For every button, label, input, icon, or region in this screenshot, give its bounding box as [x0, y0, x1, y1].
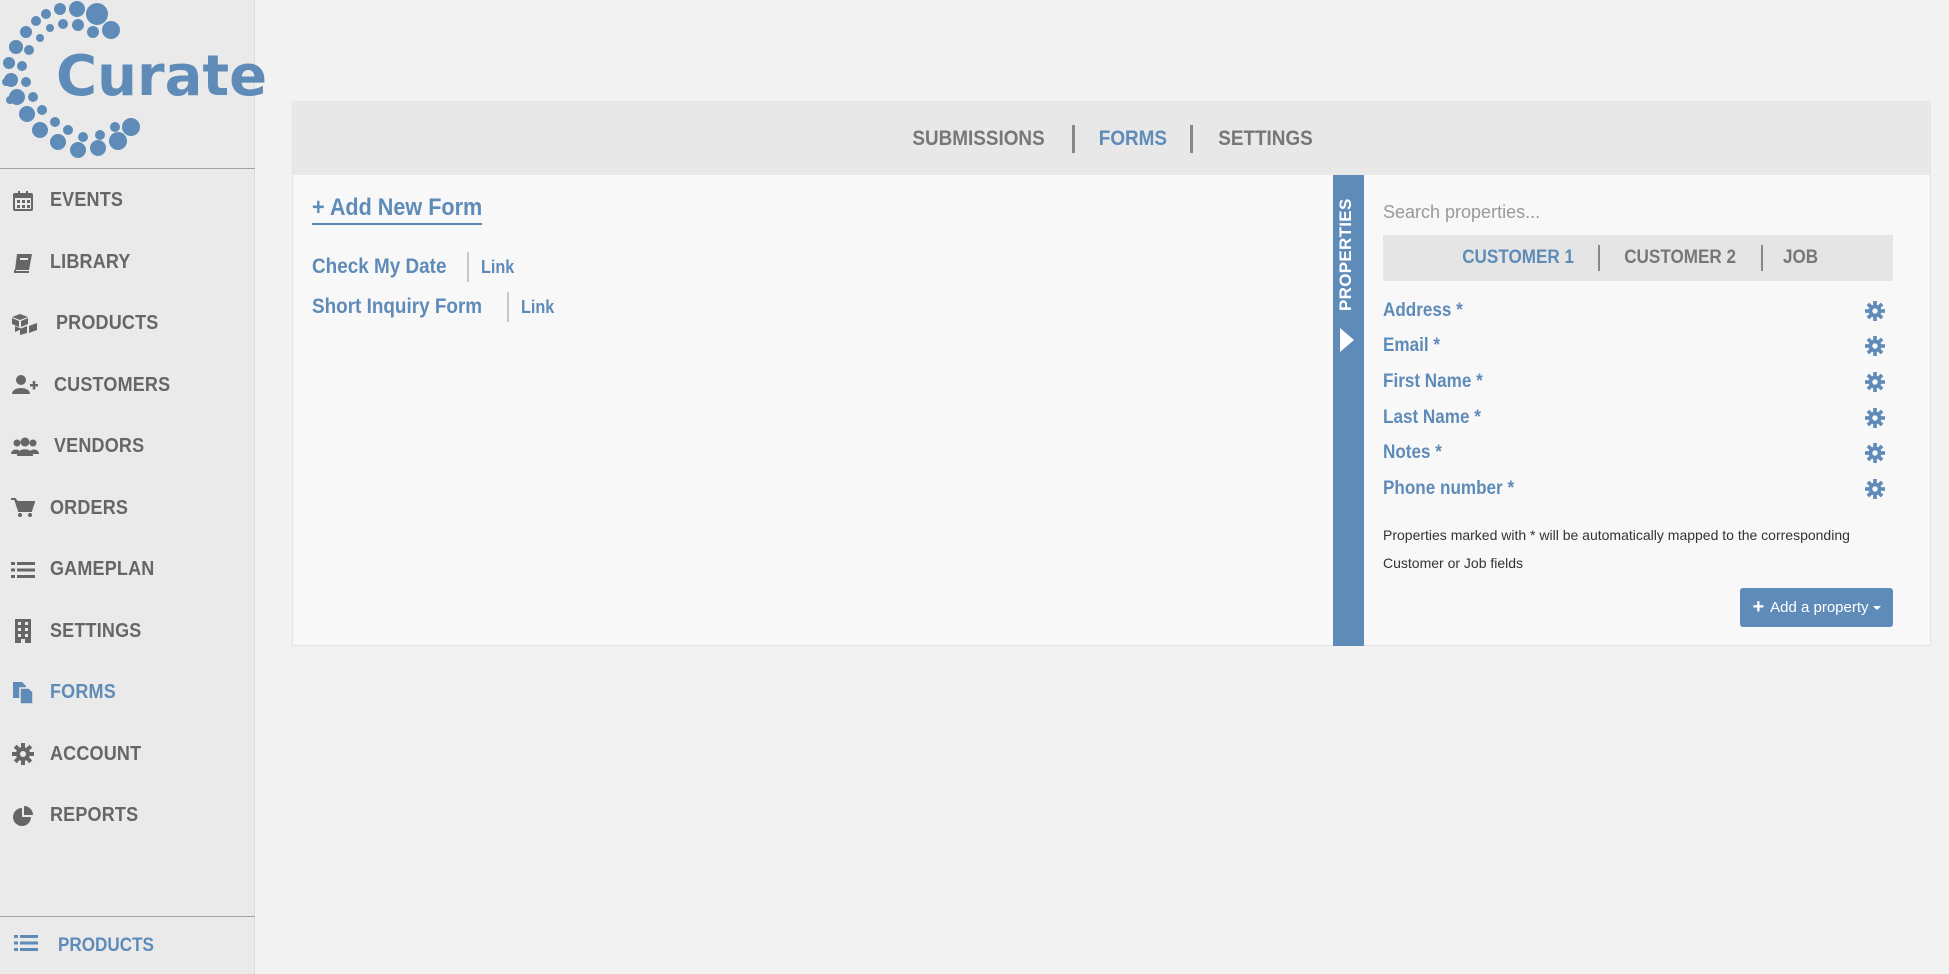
user-plus-icon [10, 374, 40, 396]
sidebar-bottom-label: PRODUCTS [58, 934, 154, 956]
sidebar-item-label: VENDORS [54, 435, 145, 458]
form-public-link[interactable]: Link [521, 297, 554, 318]
form-public-link[interactable]: Link [481, 257, 514, 278]
sidebar-item-label: CUSTOMERS [54, 373, 171, 396]
building-icon [10, 619, 36, 644]
cart-icon [10, 497, 36, 519]
tab-submissions[interactable]: SUBMISSIONS [894, 127, 1062, 151]
sidebar-item-reports[interactable]: REPORTS [0, 785, 255, 847]
list-icon [10, 559, 36, 581]
sidebar-item-account[interactable]: ACCOUNT [0, 724, 255, 786]
sidebar-item-label: SETTINGS [50, 619, 142, 642]
property-row: Address * [1383, 293, 1893, 329]
gear-icon[interactable] [1865, 443, 1885, 464]
gear-icon[interactable] [1865, 478, 1885, 499]
sidebar-item-orders[interactable]: ORDERS [0, 478, 255, 540]
add-property-button[interactable]: + Add a property [1740, 588, 1893, 627]
gear-icon[interactable] [1865, 300, 1885, 321]
property-name[interactable]: Address * [1383, 300, 1463, 322]
sidebar-item-forms[interactable]: FORMS [0, 662, 255, 724]
add-property-label: Add a property [1770, 599, 1869, 616]
property-name[interactable]: Email * [1383, 335, 1440, 357]
gear-icon[interactable] [1865, 407, 1885, 428]
search-properties-input[interactable] [1383, 199, 1893, 225]
sidebar-item-label: EVENTS [50, 189, 124, 212]
sidebar-item-library[interactable]: LIBRARY [0, 232, 255, 294]
add-new-form-button[interactable]: + Add New Form [312, 194, 483, 225]
forms-panel: SUBMISSIONS FORMS SETTINGS + Add New For… [292, 101, 1931, 646]
sidebar-item-vendors[interactable]: VENDORS [0, 416, 255, 478]
properties-tab-bar: CUSTOMER 1 CUSTOMER 2 JOB [1383, 235, 1893, 281]
property-row: First Name * [1383, 364, 1893, 400]
plus-icon: + [1752, 596, 1765, 618]
tab-divider [1598, 245, 1601, 271]
form-name-link[interactable]: Short Inquiry Form [312, 295, 482, 319]
book-icon [10, 251, 36, 274]
sidebar-item-label: ACCOUNT [50, 742, 142, 765]
property-name[interactable]: Phone number * [1383, 478, 1514, 500]
logo-text: Curate [56, 44, 268, 109]
collapse-arrow-icon [1340, 328, 1354, 352]
properties-strip-label: PROPERTIES [1336, 198, 1355, 311]
tab-settings[interactable]: SETTINGS [1201, 127, 1332, 151]
property-row: Email * [1383, 329, 1893, 365]
property-row: Notes * [1383, 435, 1893, 471]
logo[interactable]: Curate [0, 0, 267, 169]
sidebar-item-label: REPORTS [50, 804, 139, 827]
form-name-link[interactable]: Check My Date [312, 255, 446, 279]
divider [467, 252, 470, 282]
files-icon [10, 681, 36, 705]
gear-icon[interactable] [1865, 336, 1885, 357]
list-item: Short Inquiry Form Link [312, 287, 558, 327]
forms-list: + Add New Form Check My Date Link Short … [312, 194, 558, 327]
tab-bar: SUBMISSIONS FORMS SETTINGS [293, 102, 1930, 175]
tab-customer-2[interactable]: CUSTOMER 2 [1608, 247, 1752, 269]
gear-icon[interactable] [1865, 371, 1885, 392]
sidebar-item-label: GAMEPLAN [50, 558, 155, 581]
property-name[interactable]: Notes * [1383, 442, 1442, 464]
sidebar-item-events[interactable]: EVENTS [0, 170, 255, 232]
sidebar-nav: EVENTS LIBRARY PRODUCTS CUSTOMERS VENDOR… [0, 170, 255, 847]
sidebar-bottom-products[interactable]: PRODUCTS [0, 916, 255, 974]
list-item: Check My Date Link [312, 247, 558, 287]
caret-down-icon [1872, 605, 1881, 610]
property-row: Last Name * [1383, 400, 1893, 436]
cubes-icon [10, 313, 42, 335]
tab-divider [1190, 124, 1194, 153]
list-icon [14, 933, 38, 958]
divider [507, 292, 509, 322]
calendar-icon [10, 190, 36, 212]
properties-toggle[interactable]: PROPERTIES [1333, 175, 1364, 646]
property-name[interactable]: Last Name * [1383, 407, 1481, 429]
gear-icon [10, 743, 36, 766]
pie-chart-icon [10, 805, 36, 827]
sidebar-item-settings[interactable]: SETTINGS [0, 601, 255, 663]
tab-divider [1760, 245, 1763, 271]
property-row: Phone number * [1383, 471, 1893, 507]
properties-note: Properties marked with * will be automat… [1383, 527, 1850, 571]
tab-customer-1[interactable]: CUSTOMER 1 [1446, 247, 1590, 269]
tab-job[interactable]: JOB [1766, 247, 1834, 269]
properties-list: Address * Email * First Name * Last Name… [1383, 293, 1893, 507]
tab-forms[interactable]: FORMS [1080, 127, 1184, 151]
sidebar-item-products[interactable]: PRODUCTS [0, 293, 255, 355]
sidebar-item-label: PRODUCTS [56, 312, 159, 335]
sidebar: Curate EVENTS LIBRARY PRODUCTS CUSTOMERS [0, 0, 267, 974]
sidebar-item-label: FORMS [50, 681, 116, 704]
tab-divider [1071, 124, 1075, 153]
property-name[interactable]: First Name * [1383, 371, 1483, 393]
users-icon [10, 436, 40, 458]
sidebar-item-customers[interactable]: CUSTOMERS [0, 355, 255, 417]
sidebar-item-gameplan[interactable]: GAMEPLAN [0, 539, 255, 601]
sidebar-item-label: LIBRARY [50, 250, 131, 273]
sidebar-item-label: ORDERS [50, 496, 129, 519]
